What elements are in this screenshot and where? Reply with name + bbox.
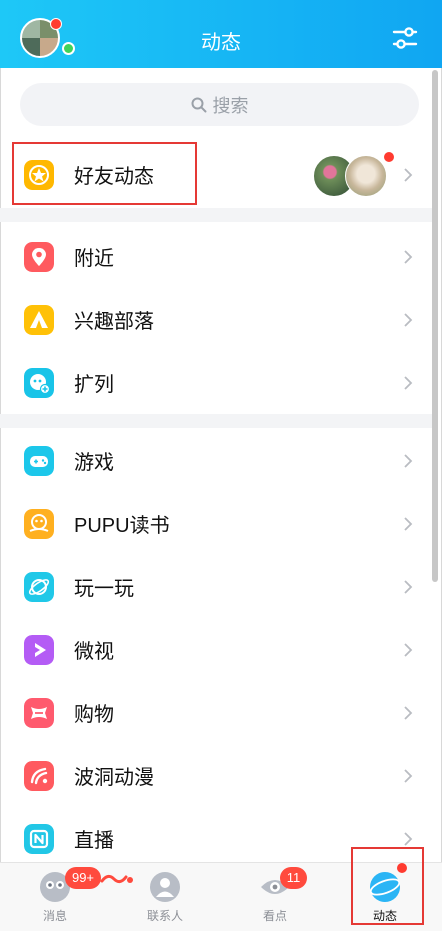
- chat-add-icon: [24, 368, 54, 398]
- friend-avatars: [313, 151, 395, 197]
- menu-item-label: 游戏: [74, 452, 114, 474]
- scrollbar[interactable]: [432, 70, 438, 582]
- search-input[interactable]: 搜索: [20, 83, 419, 126]
- search-icon: [191, 97, 206, 112]
- section-divider: [0, 414, 432, 428]
- location-pin-icon: [24, 242, 54, 272]
- chevron-right-icon: [404, 376, 413, 390]
- menu-item-anime[interactable]: 波洞动漫: [0, 744, 432, 807]
- menu-item-label: PUPU读书: [74, 515, 170, 537]
- unread-badge: 11: [280, 867, 307, 889]
- tab-label: 看点: [262, 909, 287, 923]
- planet-icon: [24, 572, 54, 602]
- search-placeholder: 搜索: [212, 95, 249, 116]
- chevron-right-icon: [404, 643, 413, 657]
- tab-label: 联系人: [146, 909, 183, 923]
- unread-badge: 99+: [65, 867, 101, 889]
- highlight-box-dynamic-tab: [351, 847, 424, 925]
- book-icon: [24, 509, 54, 539]
- menu-item-label: 波洞动漫: [74, 767, 154, 789]
- menu-item-nearby[interactable]: 附近: [0, 225, 432, 288]
- menu-item-label: 微视: [74, 641, 114, 663]
- chevron-right-icon: [404, 168, 413, 182]
- chevron-right-icon: [404, 706, 413, 720]
- menu-item-play[interactable]: 玩一玩: [0, 555, 432, 618]
- chevron-right-icon: [404, 313, 413, 327]
- menu-item-games[interactable]: 游戏: [0, 429, 432, 492]
- menu-item-label: 购物: [74, 704, 114, 726]
- bag-icon: [24, 698, 54, 728]
- menu-item-label: 兴趣部落: [74, 311, 154, 333]
- friend-update-dot: [383, 151, 395, 163]
- menu-item-weishi[interactable]: 微视: [0, 618, 432, 681]
- chevron-right-icon: [404, 580, 413, 594]
- section-divider: [0, 208, 432, 222]
- header-bar: 动态: [0, 0, 442, 68]
- tent-icon: [24, 305, 54, 335]
- tab-kandian[interactable]: 看点: [230, 863, 320, 932]
- menu-item-pupu-reading[interactable]: PUPU读书: [0, 492, 432, 555]
- tab-contacts[interactable]: 联系人: [120, 863, 210, 932]
- menu-item-label: 直播: [74, 830, 114, 852]
- sliders-icon[interactable]: [392, 25, 418, 51]
- live-icon: [24, 824, 54, 854]
- gamepad-icon: [24, 446, 54, 476]
- chevron-right-icon: [404, 454, 413, 468]
- chevron-right-icon: [404, 769, 413, 783]
- chevron-right-icon: [404, 250, 413, 264]
- highlight-box-friends: [12, 142, 197, 205]
- chevron-right-icon: [404, 517, 413, 531]
- contacts-icon: [150, 872, 180, 902]
- menu-item-label: 扩列: [74, 374, 114, 396]
- chevron-right-icon: [404, 832, 413, 846]
- friend-avatar-2: [345, 155, 387, 197]
- menu-item-shopping[interactable]: 购物: [0, 681, 432, 744]
- menu-item-expand-list[interactable]: 扩列: [0, 351, 432, 414]
- play-icon: [24, 635, 54, 665]
- tab-label: 消息: [42, 909, 67, 923]
- menu-item-label: 附近: [74, 248, 114, 270]
- anime-icon: [24, 761, 54, 791]
- page-title: 动态: [201, 32, 241, 54]
- menu-item-label: 玩一玩: [74, 578, 134, 600]
- menu-item-interest-tribe[interactable]: 兴趣部落: [0, 288, 432, 351]
